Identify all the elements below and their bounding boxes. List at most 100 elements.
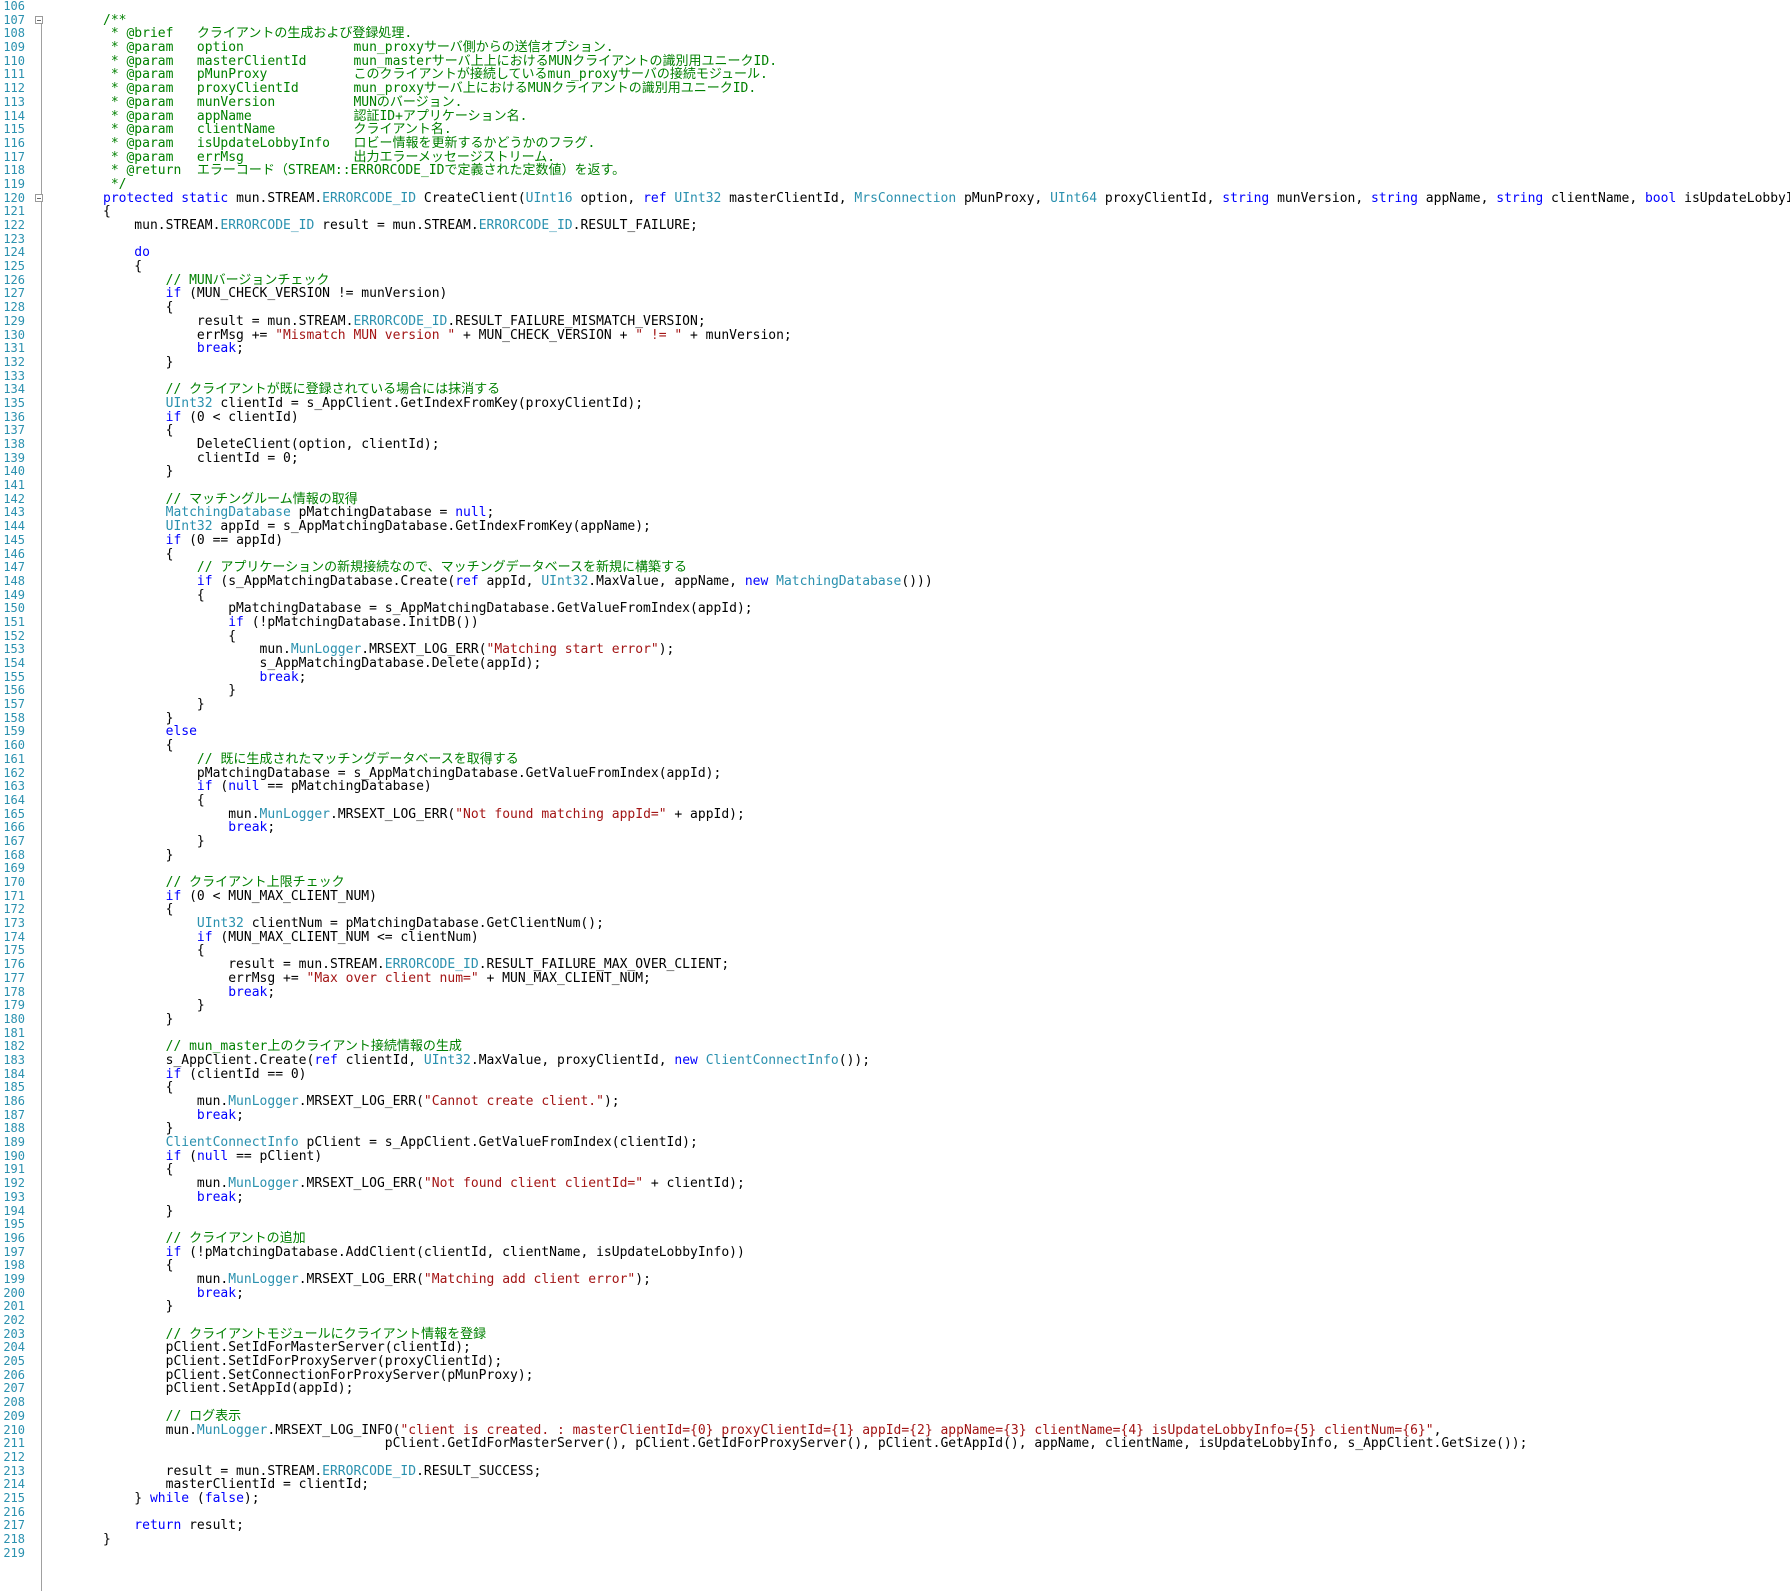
code-line[interactable]: 148 if (s_AppMatchingDatabase.Create(ref… bbox=[0, 574, 1790, 589]
code-line[interactable]: 216 bbox=[0, 1505, 1790, 1520]
code-line[interactable]: 139 clientId = 0; bbox=[0, 451, 1790, 466]
code-line[interactable]: 154 s_AppMatchingDatabase.Delete(appId); bbox=[0, 656, 1790, 671]
code-line[interactable]: 134 // クライアントが既に登録されている場合には抹消する bbox=[0, 383, 1790, 397]
code-line[interactable]: 107 /** bbox=[0, 13, 1790, 28]
code-line[interactable]: 178 break; bbox=[0, 985, 1790, 1000]
code-line[interactable]: 150 pMatchingDatabase = s_AppMatchingDat… bbox=[0, 602, 1790, 616]
code-line[interactable]: 191 { bbox=[0, 1163, 1790, 1177]
code-line[interactable]: 163 if (null == pMatchingDatabase) bbox=[0, 779, 1790, 794]
code-line[interactable]: 131 break; bbox=[0, 341, 1790, 356]
code-line[interactable]: 121 { bbox=[0, 205, 1790, 219]
code-line[interactable]: 195 bbox=[0, 1217, 1790, 1232]
code-line[interactable]: 129 result = mun.STREAM.ERRORCODE_ID.RES… bbox=[0, 314, 1790, 329]
code-line[interactable]: 194 } bbox=[0, 1204, 1790, 1219]
code-line[interactable]: 210 mun.MunLogger.MRSEXT_LOG_INFO("clien… bbox=[0, 1423, 1790, 1438]
code-line[interactable]: 156 } bbox=[0, 684, 1790, 698]
code-line[interactable]: 169 bbox=[0, 862, 1790, 876]
code-line[interactable]: 205 pClient.SetIdForProxyServer(proxyCli… bbox=[0, 1354, 1790, 1369]
code-line[interactable]: 197 if (!pMatchingDatabase.AddClient(cli… bbox=[0, 1245, 1790, 1260]
code-line[interactable]: 184 if (clientId == 0) bbox=[0, 1067, 1790, 1082]
code-line[interactable]: 120 protected static mun.STREAM.ERRORCODE… bbox=[0, 191, 1790, 206]
code-line[interactable]: 113 * @param munVersion MUNのバージョン. bbox=[0, 95, 1790, 110]
code-line[interactable]: 127 if (MUN_CHECK_VERSION != munVersion) bbox=[0, 287, 1790, 301]
code-line[interactable]: 151 if (!pMatchingDatabase.InitDB()) bbox=[0, 615, 1790, 630]
code-line[interactable]: 164 { bbox=[0, 793, 1790, 808]
code-line[interactable]: 123 bbox=[0, 232, 1790, 247]
code-line[interactable]: 140 } bbox=[0, 465, 1790, 479]
code-line[interactable]: 152 { bbox=[0, 629, 1790, 644]
code-line[interactable]: 112 * @param proxyClientId mun_proxyサーバ上… bbox=[0, 81, 1790, 96]
code-line[interactable]: 188 } bbox=[0, 1122, 1790, 1136]
code-line[interactable]: 111 * @param pMunProxy このクライアントが接続しているmu… bbox=[0, 68, 1790, 82]
code-line[interactable]: 122 mun.STREAM.ERRORCODE_ID result = mun… bbox=[0, 218, 1790, 233]
code-line[interactable]: 170 // クライアント上限チェック bbox=[0, 875, 1790, 890]
code-line[interactable]: 136 if (0 < clientId) bbox=[0, 410, 1790, 425]
code-line[interactable]: 209 // ログ表示 bbox=[0, 1409, 1790, 1424]
code-line[interactable]: 176 result = mun.STREAM.ERRORCODE_ID.RES… bbox=[0, 957, 1790, 972]
code-line[interactable]: 144 UInt32 appId = s_AppMatchingDatabase… bbox=[0, 519, 1790, 534]
code-line[interactable]: 196 // クライアントの追加 bbox=[0, 1231, 1790, 1246]
code-line[interactable]: 219 bbox=[0, 1546, 1790, 1561]
code-line[interactable]: 192 mun.MunLogger.MRSEXT_LOG_ERR("Not fo… bbox=[0, 1176, 1790, 1191]
code-line[interactable]: 217 return result; bbox=[0, 1519, 1790, 1533]
code-line[interactable]: 173 UInt32 clientNum = pMatchingDatabase… bbox=[0, 916, 1790, 931]
code-line[interactable]: 149 { bbox=[0, 588, 1790, 603]
code-line[interactable]: 162 pMatchingDatabase = s_AppMatchingDat… bbox=[0, 766, 1790, 781]
code-line[interactable]: 132 } bbox=[0, 355, 1790, 370]
code-line[interactable]: 207 pClient.SetAppId(appId); bbox=[0, 1382, 1790, 1396]
code-line[interactable]: 200 break; bbox=[0, 1286, 1790, 1301]
code-line[interactable]: 213 result = mun.STREAM.ERRORCODE_ID.RES… bbox=[0, 1464, 1790, 1479]
code-line[interactable]: 201 } bbox=[0, 1300, 1790, 1314]
code-line[interactable]: 175 { bbox=[0, 944, 1790, 958]
code-line[interactable]: 202 bbox=[0, 1313, 1790, 1328]
code-line[interactable]: 172 { bbox=[0, 903, 1790, 917]
code-editor[interactable]: 106 107/** 108 * @brief クライアントの生成および登録処理. 1… bbox=[0, 0, 1790, 1591]
code-line[interactable]: 167 } bbox=[0, 834, 1790, 849]
code-line[interactable]: 211 pClient.GetIdForMasterServer(), pCli… bbox=[0, 1436, 1790, 1451]
code-line[interactable]: 116 * @param isUpdateLobbyInfo ロビー情報を更新す… bbox=[0, 136, 1790, 151]
code-line[interactable]: 218} bbox=[0, 1532, 1790, 1547]
code-line[interactable]: 133 bbox=[0, 369, 1790, 384]
collapse-icon[interactable] bbox=[35, 193, 43, 202]
code-line[interactable]: 165 mun.MunLogger.MRSEXT_LOG_ERR("Not fo… bbox=[0, 807, 1790, 822]
code-line[interactable]: 179 } bbox=[0, 998, 1790, 1013]
code-line[interactable]: 119 */ bbox=[0, 177, 1790, 192]
code-line[interactable]: 186 mun.MunLogger.MRSEXT_LOG_ERR("Cannot… bbox=[0, 1094, 1790, 1109]
code-line[interactable]: 125 { bbox=[0, 259, 1790, 274]
code-line[interactable]: 203 // クライアントモジュールにクライアント情報を登録 bbox=[0, 1327, 1790, 1342]
code-line[interactable]: 193 break; bbox=[0, 1190, 1790, 1205]
code-line[interactable]: 115 * @param clientName クライアント名. bbox=[0, 122, 1790, 137]
code-line[interactable]: 124 do bbox=[0, 246, 1790, 260]
code-line[interactable]: 198 { bbox=[0, 1259, 1790, 1273]
code-line[interactable]: 177 errMsg += "Max over client num=" + M… bbox=[0, 971, 1790, 986]
code-line[interactable]: 109 * @param option mun_proxyサーバ側からの送信オプ… bbox=[0, 40, 1790, 55]
code-line[interactable]: 214 masterClientId = clientId; bbox=[0, 1478, 1790, 1492]
code-line[interactable]: 157 } bbox=[0, 697, 1790, 712]
code-line[interactable]: 180 } bbox=[0, 1012, 1790, 1027]
code-line[interactable]: 108 * @brief クライアントの生成および登録処理. bbox=[0, 27, 1790, 41]
code-line[interactable]: 212 bbox=[0, 1450, 1790, 1465]
code-line[interactable]: 147 // アプリケーションの新規接続なので、マッチングデータベースを新規に構… bbox=[0, 560, 1790, 575]
code-line[interactable]: 118 * @return エラーコード（STREAM::ERRORCODE_I… bbox=[0, 164, 1790, 178]
code-line[interactable]: 145 if (0 == appId) bbox=[0, 533, 1790, 548]
code-line[interactable]: 161 // 既に生成されたマッチングデータベースを取得する bbox=[0, 752, 1790, 767]
code-line[interactable]: 206 pClient.SetConnectionForProxyServer(… bbox=[0, 1368, 1790, 1383]
code-line[interactable]: 171 if (0 < MUN_MAX_CLIENT_NUM) bbox=[0, 889, 1790, 904]
code-line[interactable]: 159 else bbox=[0, 725, 1790, 739]
code-line[interactable]: 160 { bbox=[0, 738, 1790, 753]
code-line[interactable]: 189 ClientConnectInfo pClient = s_AppCli… bbox=[0, 1135, 1790, 1150]
code-line[interactable]: 143 MatchingDatabase pMatchingDatabase =… bbox=[0, 506, 1790, 520]
code-line[interactable]: 174 if (MUN_MAX_CLIENT_NUM <= clientNum) bbox=[0, 930, 1790, 945]
code-line[interactable]: 130 errMsg += "Mismatch MUN version " + … bbox=[0, 328, 1790, 343]
code-line[interactable]: 190 if (null == pClient) bbox=[0, 1149, 1790, 1164]
code-line[interactable]: 199 mun.MunLogger.MRSEXT_LOG_ERR("Matchi… bbox=[0, 1272, 1790, 1287]
collapse-icon[interactable] bbox=[35, 15, 43, 24]
code-line[interactable]: 106 bbox=[0, 0, 1790, 14]
code-line[interactable]: 126 // MUNバージョンチェック bbox=[0, 273, 1790, 288]
code-line[interactable]: 185 { bbox=[0, 1081, 1790, 1095]
code-line[interactable]: 182 // mun_master上のクライアント接続情報の生成 bbox=[0, 1040, 1790, 1054]
code-line[interactable]: 142 // マッチングルーム情報の取得 bbox=[0, 492, 1790, 507]
code-line[interactable]: 141 bbox=[0, 478, 1790, 493]
code-line[interactable]: 137 { bbox=[0, 424, 1790, 438]
code-line[interactable]: 158 } bbox=[0, 711, 1790, 726]
